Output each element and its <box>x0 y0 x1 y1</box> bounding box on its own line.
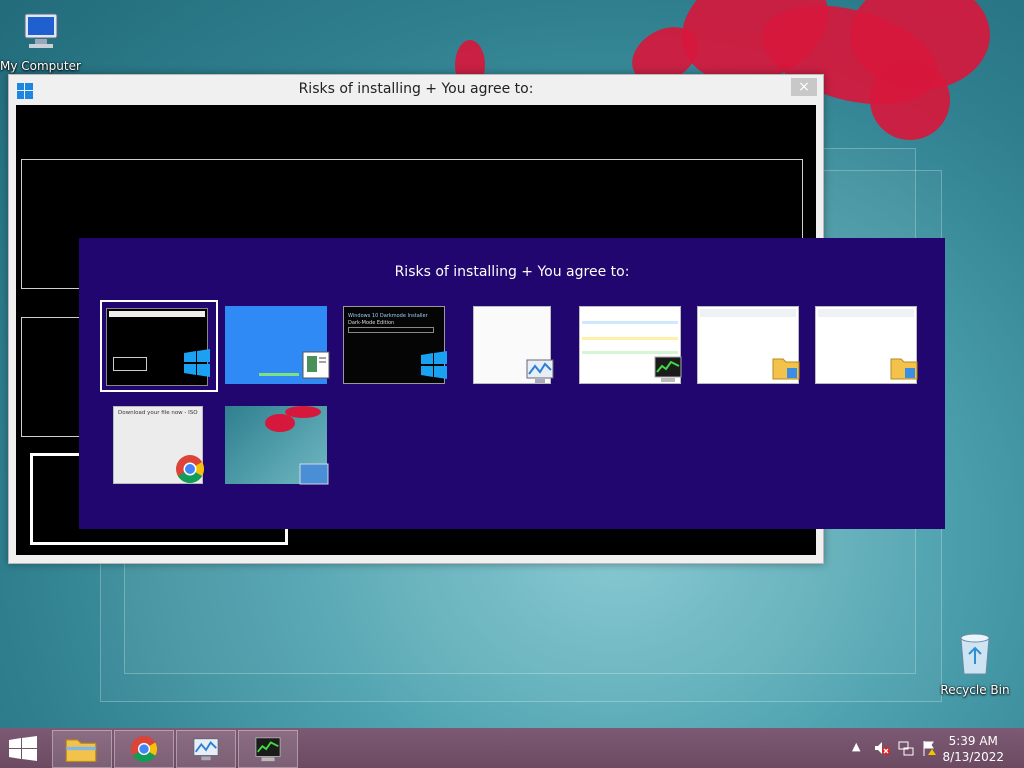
switcher-thumbnail-installer[interactable] <box>100 300 218 392</box>
task-manager-taskbar-button[interactable] <box>238 730 298 768</box>
switcher-thumbnail-blue-installer[interactable] <box>225 306 330 384</box>
preview-ribbon <box>818 309 914 317</box>
action-center-flag-icon[interactable] <box>922 740 938 756</box>
preview-caption: Dark-Mode Edition <box>348 320 395 326</box>
preview-progress <box>348 327 434 333</box>
desktop-icon <box>299 463 329 485</box>
clock-date: 8/13/2022 <box>942 750 1004 764</box>
chrome-taskbar-button[interactable] <box>114 730 174 768</box>
computer-icon <box>24 13 58 48</box>
preview-flower <box>265 414 295 432</box>
preview-caption: Windows 10 Darkmode Installer <box>348 313 428 319</box>
task-manager-icon <box>654 356 682 382</box>
preview-progress <box>259 373 299 376</box>
taskbar: ▲ 5:39 AM 8/13/2022 <box>0 728 1024 768</box>
task-manager-icon <box>255 737 281 762</box>
folder-icon <box>65 739 97 763</box>
folder-icon <box>772 358 800 380</box>
panel-box <box>21 317 83 437</box>
network-icon[interactable] <box>898 740 914 756</box>
switcher-thumbnail-desktop[interactable] <box>225 406 329 485</box>
preview-tab-title: Download your file now - ISO <box>118 410 198 416</box>
preview-flower <box>285 406 321 418</box>
switcher-thumbnail-task-manager[interactable] <box>579 306 682 384</box>
windows-logo-icon <box>184 349 210 377</box>
preview-box <box>113 357 147 371</box>
switcher-thumbnail-chrome[interactable]: Download your file now - ISO <box>113 406 204 484</box>
start-button[interactable] <box>8 736 38 762</box>
taskbar-clock[interactable]: 5:39 AM 8/13/2022 <box>942 733 1004 765</box>
document-icon <box>302 351 330 379</box>
chrome-icon <box>130 735 158 763</box>
volume-muted-icon[interactable] <box>874 740 890 756</box>
switcher-thumbnail-file-explorer[interactable] <box>697 306 800 384</box>
preview-row <box>582 337 678 340</box>
show-hidden-icons-icon[interactable]: ▲ <box>852 740 868 756</box>
switcher-thumbnail-darkmode-installer[interactable]: Windows 10 Darkmode Installer Dark-Mode … <box>343 306 447 384</box>
desktop-icon-my-computer[interactable]: My Computer <box>0 8 81 73</box>
resource-monitor-taskbar-button[interactable] <box>176 730 236 768</box>
file-explorer-taskbar-button[interactable] <box>52 730 112 768</box>
switcher-title: Risks of installing + You agree to: <box>394 264 630 280</box>
resource-monitor-icon <box>193 738 219 761</box>
resource-monitor-icon <box>526 359 554 383</box>
recycle-bin-icon <box>960 633 990 675</box>
close-button[interactable]: × <box>791 78 817 96</box>
preview-titlebar <box>109 311 205 317</box>
folder-icon <box>890 358 918 380</box>
window-titlebar[interactable]: Risks of installing + You agree to: × <box>9 75 823 105</box>
desktop-icon-label: Recycle Bin <box>940 683 1010 697</box>
desktop-icon-recycle-bin[interactable]: Recycle Bin <box>935 630 1015 697</box>
switcher-thumbnail-resource-monitor[interactable] <box>473 306 554 384</box>
clock-time: 5:39 AM <box>948 734 998 748</box>
window-title: Risks of installing + You agree to: <box>298 81 534 97</box>
preview-row <box>582 321 678 324</box>
desktop-icon-label: My Computer <box>0 59 81 73</box>
preview-ribbon <box>700 309 796 317</box>
task-switcher: Risks of installing + You agree to: Wind… <box>79 238 945 529</box>
switcher-thumbnail-file-explorer[interactable] <box>815 306 918 384</box>
windows-logo-icon <box>421 351 447 379</box>
chrome-icon <box>176 455 204 483</box>
